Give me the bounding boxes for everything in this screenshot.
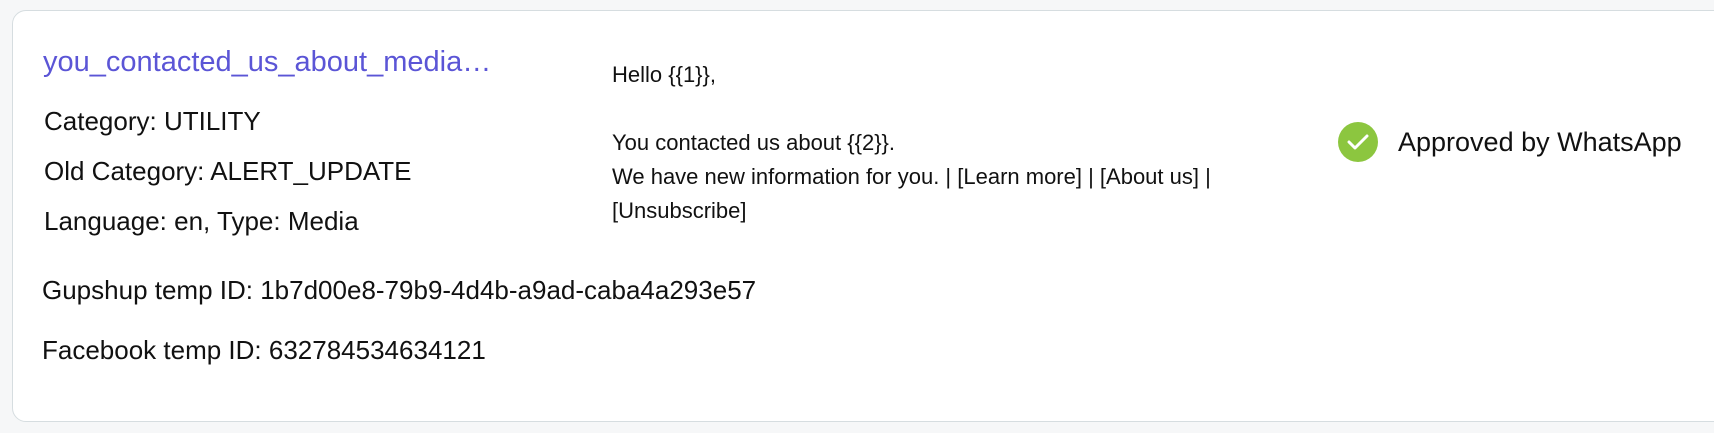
check-circle-icon — [1338, 122, 1378, 162]
body-line: We have new information for you. | [Lear… — [612, 164, 1211, 189]
body-line: [Unsubscribe] — [612, 198, 747, 223]
template-language-type: Language: en, Type: Media — [44, 206, 359, 236]
facebook-template-id: Facebook temp ID: 632784534634121 — [42, 335, 486, 365]
template-category: Category: UTILITY — [44, 106, 261, 136]
approval-status: Approved by WhatsApp — [1338, 122, 1682, 162]
approval-status-label: Approved by WhatsApp — [1398, 126, 1682, 157]
template-name-link[interactable]: you_contacted_us_about_media… — [43, 46, 543, 79]
template-old-category: Old Category: ALERT_UPDATE — [44, 156, 412, 186]
body-greeting: Hello {{1}}, — [612, 62, 716, 87]
template-body: Hello {{1}}, You contacted us about {{2}… — [612, 58, 1292, 228]
body-line: You contacted us about {{2}}. — [612, 130, 896, 155]
gupshup-template-id: Gupshup temp ID: 1b7d00e8-79b9-4d4b-a9ad… — [42, 275, 757, 305]
